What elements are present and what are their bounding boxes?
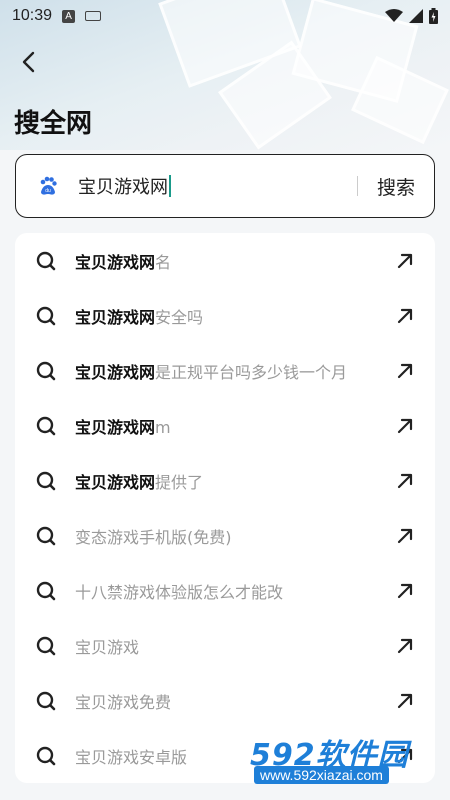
search-query-text: 宝贝游戏网 [78,177,168,198]
fill-query-arrow-icon[interactable] [395,416,415,436]
status-time: 10:39 [12,7,53,24]
search-icon [36,746,56,765]
search-icon [36,251,56,270]
suggestion-rest: 变态游戏手机版(免费) [75,527,232,547]
suggestion-item[interactable]: 十八禁游戏体验版怎么才能改 [15,563,435,618]
search-icon [36,306,56,325]
suggestion-highlight: 宝贝游戏网 [75,362,156,382]
status-bar: 10:39 A [0,0,450,32]
search-bar[interactable]: du 宝贝游戏网 搜索 [15,154,435,218]
page-title: 搜全网 [14,109,93,139]
suggestion-rest: 是正规平台吗多少钱一个月 [155,362,348,382]
svg-text:du: du [45,188,51,194]
suggestion-item[interactable]: 宝贝游戏网名 [15,233,435,288]
suggestion-item[interactable]: 宝贝游戏 [15,618,435,673]
suggestion-text: 十八禁游戏体验版怎么才能改 [75,579,283,603]
suggestion-text: 变态游戏手机版(免费) [75,524,232,548]
suggestion-text: 宝贝游戏免费 [75,689,171,713]
wifi-icon [385,9,403,22]
suggestion-text: 宝贝游戏网名 [75,249,171,273]
suggestion-item[interactable]: 宝贝游戏网安全吗 [15,288,435,343]
search-button[interactable]: 搜索 [358,173,434,200]
suggestion-rest: 宝贝游戏安卓版 [75,747,188,767]
suggestion-rest: 宝贝游戏免费 [75,692,172,712]
search-icon [36,636,56,655]
search-icon [36,526,56,545]
suggestion-rest: 安全吗 [155,307,204,327]
suggestion-rest: 名 [155,252,172,272]
suggestion-rest: 十八禁游戏体验版怎么才能改 [75,582,284,602]
suggestion-text: 宝贝游戏网是正规平台吗多少钱一个月 [75,359,347,383]
back-button[interactable] [14,48,42,76]
suggestion-highlight: 宝贝游戏网 [75,472,156,492]
search-icon [36,416,56,435]
suggestion-rest: m [155,417,171,437]
fill-query-arrow-icon[interactable] [395,746,415,766]
search-icon [36,361,56,380]
suggestion-item[interactable]: 变态游戏手机版(免费) [15,508,435,563]
search-icon [36,471,56,490]
fill-query-arrow-icon[interactable] [395,636,415,656]
suggestion-text: 宝贝游戏安卓版 [75,744,187,768]
suggestion-rest: 宝贝游戏 [75,637,140,657]
suggestion-text: 宝贝游戏网m [75,414,171,438]
suggestion-highlight: 宝贝游戏网 [75,252,156,272]
input-method-indicator: A [62,9,76,23]
suggestion-rest: 提供了 [155,472,204,492]
battery-icon [429,8,438,24]
fill-query-arrow-icon[interactable] [395,526,415,546]
fill-query-arrow-icon[interactable] [395,471,415,491]
signal-icon [409,9,423,23]
suggestion-item[interactable]: 宝贝游戏网提供了 [15,453,435,508]
suggestion-text: 宝贝游戏网提供了 [75,469,203,493]
suggestion-highlight: 宝贝游戏网 [75,307,156,327]
search-icon [36,581,56,600]
suggestion-text: 宝贝游戏 [75,634,139,658]
suggestion-highlight: 宝贝游戏网 [75,417,156,437]
suggestion-item[interactable]: 宝贝游戏免费 [15,673,435,728]
fill-query-arrow-icon[interactable] [395,306,415,326]
text-caret [169,175,171,197]
baidu-paw-icon: du [40,176,57,195]
keyboard-icon [85,11,102,21]
search-icon [36,691,56,710]
chevron-left-icon [22,51,35,73]
suggestion-item[interactable]: 宝贝游戏安卓版 [15,728,435,783]
fill-query-arrow-icon[interactable] [395,251,415,271]
suggestion-list: 宝贝游戏网名 宝贝游戏网安全吗 宝贝游戏网是正规平台吗多少钱一个月 宝贝游戏网m 宝贝游… [15,233,435,783]
suggestion-text: 宝贝游戏网安全吗 [75,304,203,328]
suggestion-item[interactable]: 宝贝游戏网m [15,398,435,453]
search-input[interactable]: 宝贝游戏网 [78,173,171,199]
fill-query-arrow-icon[interactable] [395,691,415,711]
suggestion-item[interactable]: 宝贝游戏网是正规平台吗多少钱一个月 [15,343,435,398]
fill-query-arrow-icon[interactable] [395,581,415,601]
fill-query-arrow-icon[interactable] [395,361,415,381]
